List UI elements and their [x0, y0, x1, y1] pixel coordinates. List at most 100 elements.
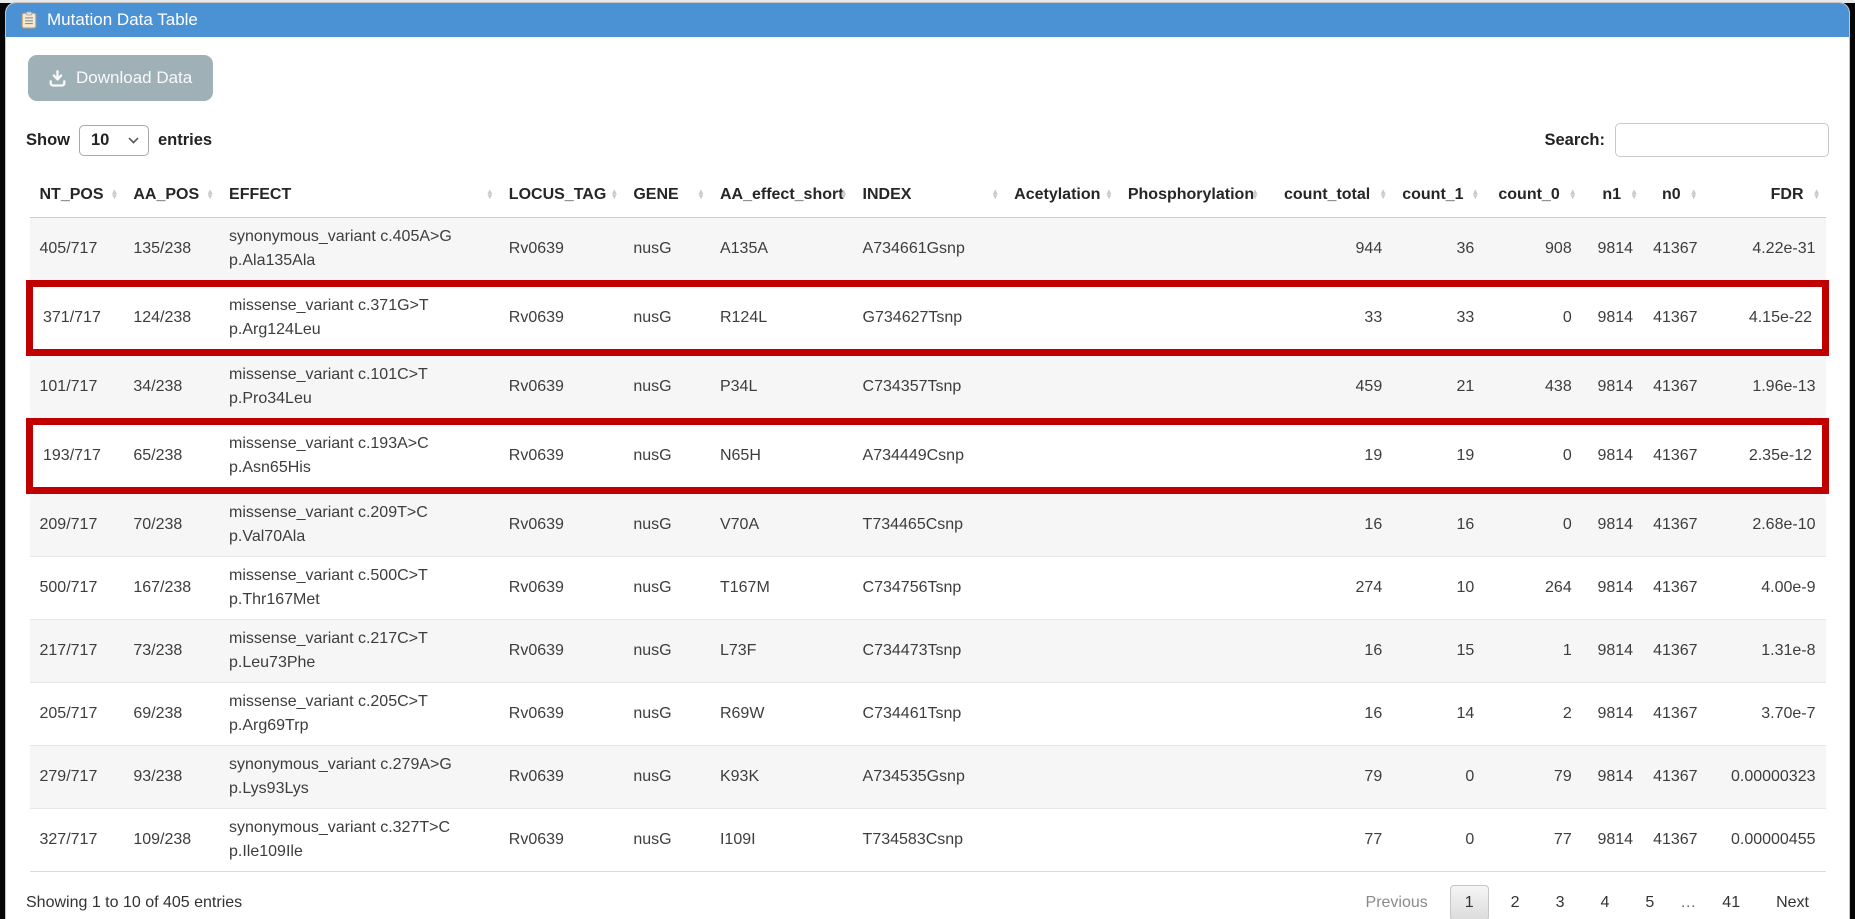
column-header-locus_tag[interactable]: LOCUS_TAG▲▼: [499, 173, 624, 218]
column-header-aa_effect_short[interactable]: AA_effect_short▲▼: [710, 173, 853, 218]
column-header-n0[interactable]: n0▲▼: [1643, 173, 1703, 218]
pagination-previous[interactable]: Previous: [1352, 886, 1442, 919]
table-row-highlighted[interactable]: 193/71765/238missense_variant c.193A>C p…: [30, 422, 1826, 491]
table-row[interactable]: 500/717167/238missense_variant c.500C>T …: [30, 557, 1826, 620]
cell-locus_tag: Rv0639: [499, 809, 624, 872]
table-row[interactable]: 279/71793/238synonymous_variant c.279A>G…: [30, 746, 1826, 809]
column-header-n1[interactable]: n1▲▼: [1582, 173, 1643, 218]
pagination-page-3[interactable]: 3: [1542, 886, 1579, 919]
cell-index: C734357Tsnp: [853, 353, 1005, 422]
cell-nt_pos: 209/717: [30, 491, 124, 557]
cell-phosphorylation: [1118, 809, 1264, 872]
column-header-nt_pos[interactable]: NT_POS▲▼: [30, 173, 124, 218]
cell-acetylation: [1004, 620, 1118, 683]
column-header-aa_pos[interactable]: AA_POS▲▼: [123, 173, 219, 218]
sort-icon: ▲▼: [840, 190, 848, 200]
cell-n0: 41367: [1643, 557, 1703, 620]
cell-count_total: 19: [1264, 422, 1392, 491]
cell-phosphorylation: [1118, 746, 1264, 809]
table-row[interactable]: 405/717135/238synonymous_variant c.405A>…: [30, 218, 1826, 284]
column-header-label: NT_POS: [40, 186, 104, 203]
column-header-acetylation[interactable]: Acetylation▲▼: [1004, 173, 1118, 218]
cell-n0: 41367: [1643, 284, 1703, 353]
cell-n1: 9814: [1582, 284, 1643, 353]
column-header-fdr[interactable]: FDR▲▼: [1703, 173, 1826, 218]
pagination-page-2[interactable]: 2: [1497, 886, 1534, 919]
cell-phosphorylation: [1118, 353, 1264, 422]
pagination-page-41[interactable]: 41: [1708, 886, 1754, 919]
table-row[interactable]: 327/717109/238synonymous_variant c.327T>…: [30, 809, 1826, 872]
cell-aa_pos: 34/238: [123, 353, 219, 422]
sort-icon: ▲▼: [991, 190, 999, 200]
cell-aa_pos: 124/238: [123, 284, 219, 353]
cell-locus_tag: Rv0639: [499, 284, 624, 353]
cell-aa_effect_short: R124L: [710, 284, 853, 353]
controls-row: Show 10 entries Search:: [26, 123, 1829, 157]
cell-phosphorylation: [1118, 620, 1264, 683]
cell-count_total: 77: [1264, 809, 1392, 872]
column-header-phosphorylation[interactable]: Phosphorylation▲▼: [1118, 173, 1264, 218]
card-body: Download Data Show 10 entries Search:: [6, 37, 1849, 919]
column-header-gene[interactable]: GENE▲▼: [623, 173, 710, 218]
cell-locus_tag: Rv0639: [499, 218, 624, 284]
cell-index: T734583Csnp: [853, 809, 1005, 872]
column-header-count_0[interactable]: count_0▲▼: [1484, 173, 1581, 218]
cell-nt_pos: 327/717: [30, 809, 124, 872]
cell-n0: 41367: [1643, 746, 1703, 809]
sort-icon: ▲▼: [1569, 190, 1577, 200]
cell-locus_tag: Rv0639: [499, 491, 624, 557]
cell-nt_pos: 371/717: [30, 284, 124, 353]
cell-effect: missense_variant c.209T>C p.Val70Ala: [219, 491, 499, 557]
table-row[interactable]: 205/71769/238missense_variant c.205C>T p…: [30, 683, 1826, 746]
cell-fdr: 2.68e-10: [1703, 491, 1826, 557]
download-data-button[interactable]: Download Data: [28, 55, 213, 101]
cell-effect: synonymous_variant c.327T>C p.Ile109Ile: [219, 809, 499, 872]
pagination-page-1[interactable]: 1: [1450, 885, 1489, 919]
sort-icon: ▲▼: [1251, 190, 1259, 200]
sort-icon: ▲▼: [697, 190, 705, 200]
cell-count_1: 0: [1392, 746, 1484, 809]
table-row-highlighted[interactable]: 371/717124/238missense_variant c.371G>T …: [30, 284, 1826, 353]
column-header-effect[interactable]: EFFECT▲▼: [219, 173, 499, 218]
table-row[interactable]: 209/71770/238missense_variant c.209T>C p…: [30, 491, 1826, 557]
cell-acetylation: [1004, 284, 1118, 353]
entries-select[interactable]: 10: [79, 125, 149, 156]
mutation-data-card: Mutation Data Table Download Data Show: [6, 3, 1849, 919]
cell-nt_pos: 101/717: [30, 353, 124, 422]
cell-locus_tag: Rv0639: [499, 353, 624, 422]
cell-gene: nusG: [623, 557, 710, 620]
download-button-label: Download Data: [76, 68, 192, 88]
cell-index: A734661Gsnp: [853, 218, 1005, 284]
cell-locus_tag: Rv0639: [499, 557, 624, 620]
column-header-index[interactable]: INDEX▲▼: [853, 173, 1005, 218]
cell-gene: nusG: [623, 746, 710, 809]
search-input[interactable]: [1615, 123, 1829, 157]
cell-effect: missense_variant c.193A>C p.Asn65His: [219, 422, 499, 491]
pagination-next[interactable]: Next: [1762, 886, 1823, 919]
pagination-page-5[interactable]: 5: [1631, 886, 1668, 919]
cell-n1: 9814: [1582, 557, 1643, 620]
sort-icon: ▲▼: [206, 190, 214, 200]
pagination-page-4[interactable]: 4: [1586, 886, 1623, 919]
cell-count_total: 274: [1264, 557, 1392, 620]
table-info: Showing 1 to 10 of 405 entries: [26, 894, 242, 912]
column-header-count_total[interactable]: count_total▲▼: [1264, 173, 1392, 218]
cell-n0: 41367: [1643, 422, 1703, 491]
cell-fdr: 1.96e-13: [1703, 353, 1826, 422]
table-row[interactable]: 217/71773/238missense_variant c.217C>T p…: [30, 620, 1826, 683]
cell-phosphorylation: [1118, 422, 1264, 491]
cell-fdr: 4.00e-9: [1703, 557, 1826, 620]
cell-count_1: 0: [1392, 809, 1484, 872]
cell-acetylation: [1004, 218, 1118, 284]
sort-icon: ▲▼: [1690, 190, 1698, 200]
cell-nt_pos: 405/717: [30, 218, 124, 284]
cell-locus_tag: Rv0639: [499, 422, 624, 491]
table-row[interactable]: 101/71734/238missense_variant c.101C>T p…: [30, 353, 1826, 422]
cell-n1: 9814: [1582, 809, 1643, 872]
cell-n1: 9814: [1582, 620, 1643, 683]
card-header: Mutation Data Table: [6, 3, 1849, 37]
cell-fdr: 0.00000455: [1703, 809, 1826, 872]
cell-aa_pos: 167/238: [123, 557, 219, 620]
search-label: Search:: [1544, 131, 1605, 150]
column-header-count_1[interactable]: count_1▲▼: [1392, 173, 1484, 218]
